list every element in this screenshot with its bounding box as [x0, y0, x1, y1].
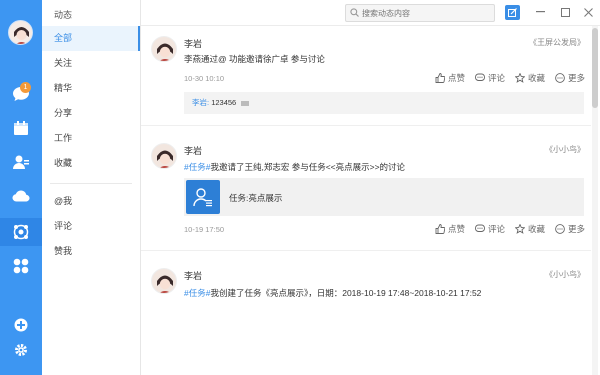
comment-button[interactable]: 评论: [475, 223, 505, 235]
grid-icon[interactable]: [11, 256, 31, 276]
thumbs-up-icon: [435, 224, 445, 234]
close-icon[interactable]: [581, 5, 595, 19]
add-icon[interactable]: [11, 315, 31, 335]
category-work[interactable]: 工作: [42, 126, 140, 151]
author-name[interactable]: 李岩: [184, 269, 202, 282]
post-actions: 点赞 评论 收藏 更多: [435, 72, 585, 84]
favorite-button[interactable]: 收藏: [514, 223, 545, 235]
group-name[interactable]: 《王屏公发局》: [529, 37, 585, 48]
divider: [50, 183, 132, 184]
more-icon: [555, 73, 565, 83]
feed: 李岩 《王屏公发局》 李燕通过@ 功能邀请徐广卓 参与讨论 10-30 10:1…: [141, 26, 591, 375]
task-icon: [186, 180, 220, 214]
search-input[interactable]: [362, 8, 492, 18]
category-share[interactable]: 分享: [42, 101, 140, 126]
section-title: 动态: [54, 10, 73, 20]
commenter-name[interactable]: 李岩:: [192, 98, 209, 107]
user-avatar[interactable]: [8, 20, 33, 45]
apps-icon[interactable]: [0, 218, 42, 246]
category-favorites[interactable]: 收藏: [42, 151, 140, 176]
post-text: 李燕通过@ 功能邀请徐广卓 参与讨论: [184, 54, 325, 64]
emoji-icon: [241, 100, 250, 106]
post-text: #任务#我邀请了王纯,郑志宏 参与任务<<亮点展示>>的讨论: [184, 162, 406, 172]
topic-tag[interactable]: #任务#: [184, 162, 210, 172]
task-title: 任务:亮点展示: [229, 193, 283, 203]
post-actions: 点赞 评论 收藏 更多: [435, 223, 585, 235]
author-avatar[interactable]: [151, 36, 177, 62]
comment-text: 123456: [211, 98, 237, 107]
compose-button[interactable]: [505, 5, 520, 20]
author-name[interactable]: 李岩: [184, 37, 202, 50]
comment-icon: [475, 73, 485, 81]
edit-icon: [508, 8, 517, 17]
task-card[interactable]: 任务:亮点展示: [184, 178, 584, 216]
category-column: 动态 全部 关注 精华 分享 工作 收藏 @我 评论 赞我: [42, 0, 141, 375]
more-icon: [555, 224, 565, 234]
calendar-icon[interactable]: [11, 118, 31, 138]
left-rail: 1: [0, 0, 42, 375]
maximize-icon[interactable]: [558, 5, 572, 19]
notification-badge: 1: [20, 82, 31, 93]
post-time: 10-19 17:50: [184, 225, 225, 234]
category-all[interactable]: 全部: [42, 26, 140, 51]
like-button[interactable]: 点赞: [435, 72, 465, 84]
comment-button[interactable]: 评论: [475, 72, 505, 84]
group-name[interactable]: 《小小鸟》: [545, 269, 585, 280]
feed-post: 李岩 《小小鸟》 #任务#我创建了任务《亮点展示》，日期：2018-10-19 …: [141, 251, 591, 375]
topic-tag[interactable]: #任务#: [184, 288, 210, 298]
search-icon: [350, 7, 359, 19]
scrollbar-thumb[interactable]: [592, 28, 598, 108]
star-icon: [514, 73, 525, 83]
minimize-icon[interactable]: [533, 5, 547, 19]
favorite-button[interactable]: 收藏: [514, 72, 545, 84]
category-mentions[interactable]: @我: [42, 189, 140, 214]
star-icon: [514, 224, 525, 234]
author-avatar[interactable]: [151, 143, 177, 169]
category-likes[interactable]: 赞我: [42, 239, 140, 264]
like-button[interactable]: 点赞: [435, 223, 465, 235]
author-name[interactable]: 李岩: [184, 144, 202, 157]
feed-post: 李岩 《王屏公发局》 李燕通过@ 功能邀请徐广卓 参与讨论 10-30 10:1…: [141, 26, 591, 126]
comment-icon: [475, 224, 485, 232]
contacts-icon[interactable]: [11, 152, 31, 172]
feed-post: 李岩 《小小鸟》 #任务#我邀请了王纯,郑志宏 参与任务<<亮点展示>>的讨论 …: [141, 126, 591, 251]
thumbs-up-icon: [435, 73, 445, 83]
category-comments[interactable]: 评论: [42, 214, 140, 239]
category-follow[interactable]: 关注: [42, 51, 140, 76]
more-button[interactable]: 更多: [555, 223, 585, 235]
cloud-icon[interactable]: [11, 186, 31, 206]
more-button[interactable]: 更多: [555, 72, 585, 84]
search-box[interactable]: [345, 4, 495, 22]
post-time: 10-30 10:10: [184, 74, 225, 83]
settings-icon[interactable]: [11, 340, 31, 360]
comment-item: 李岩: 123456: [184, 92, 584, 114]
post-text: #任务#我创建了任务《亮点展示》，日期：2018-10-19 17:48~201…: [184, 288, 482, 298]
group-name[interactable]: 《小小鸟》: [545, 144, 585, 155]
author-avatar[interactable]: [151, 268, 177, 294]
category-essence[interactable]: 精华: [42, 76, 140, 101]
